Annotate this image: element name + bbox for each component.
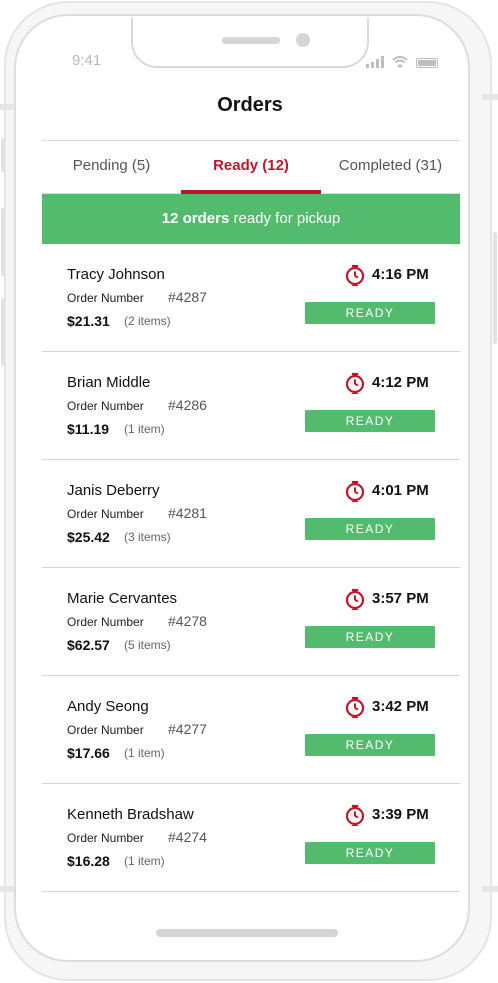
wifi-icon xyxy=(392,56,408,68)
ready-banner: 12 orders ready for pickup xyxy=(42,194,460,244)
pickup-time: 3:39 PM xyxy=(372,806,429,823)
ready-status-button[interactable]: READY xyxy=(305,410,435,432)
battery-icon xyxy=(416,58,438,68)
order-total: $25.42 xyxy=(67,529,110,545)
order-card[interactable]: Brian Middle Order Number #4286 $11.19 (… xyxy=(42,352,460,460)
pickup-time: 3:42 PM xyxy=(372,698,429,715)
item-count: (1 item) xyxy=(124,746,165,760)
order-total: $21.31 xyxy=(67,313,110,329)
order-total: $11.19 xyxy=(67,421,110,437)
order-number-label: Order Number xyxy=(67,507,144,521)
customer-name: Janis Deberry xyxy=(67,482,160,499)
mute-switch xyxy=(1,138,5,172)
customer-name: Andy Seong xyxy=(67,698,149,715)
front-camera xyxy=(296,33,310,47)
item-count: (1 item) xyxy=(124,854,165,868)
banner-text: ready for pickup xyxy=(229,210,341,227)
clock-icon xyxy=(345,373,365,394)
tab-pending[interactable]: Pending (5) xyxy=(42,141,181,193)
tab-ready[interactable]: Ready (12) xyxy=(181,141,321,194)
customer-name: Brian Middle xyxy=(67,374,151,391)
order-number: #4281 xyxy=(168,505,207,521)
volume-down-button xyxy=(1,298,5,366)
clock-icon xyxy=(345,481,365,502)
order-number-label: Order Number xyxy=(67,723,144,737)
phone-screen: 9:41 Orders Pending (5) Ready (12) Compl… xyxy=(38,18,462,948)
tab-completed[interactable]: Completed (31) xyxy=(321,141,460,193)
order-number-label: Order Number xyxy=(67,615,144,629)
ready-status-button[interactable]: READY xyxy=(305,626,435,648)
customer-name: Kenneth Bradshaw xyxy=(67,806,194,823)
clock-icon xyxy=(345,265,365,286)
status-time: 9:41 xyxy=(72,52,102,69)
status-icons xyxy=(366,54,438,68)
pickup-time: 4:12 PM xyxy=(372,374,429,391)
page-title: Orders xyxy=(217,94,283,116)
clock-icon xyxy=(345,697,365,718)
order-tabs: Pending (5) Ready (12) Completed (31) xyxy=(42,140,460,194)
order-list: Tracy Johnson Order Number #4287 $21.31 … xyxy=(42,244,460,892)
customer-name: Tracy Johnson xyxy=(67,266,165,283)
order-card[interactable]: Janis Deberry Order Number #4281 $25.42 … xyxy=(42,460,460,568)
speaker-grille xyxy=(222,37,280,44)
item-count: (2 items) xyxy=(124,314,171,328)
item-count: (1 item) xyxy=(124,422,165,436)
order-number: #4286 xyxy=(168,397,207,413)
order-number-label: Order Number xyxy=(67,291,144,305)
order-number: #4274 xyxy=(168,829,207,845)
order-number: #4277 xyxy=(168,721,207,737)
pickup-time: 4:16 PM xyxy=(372,266,429,283)
pickup-time: 3:57 PM xyxy=(372,590,429,607)
order-total: $16.28 xyxy=(67,853,110,869)
item-count: (5 items) xyxy=(124,638,171,652)
signal-icon xyxy=(366,56,384,68)
ready-status-button[interactable]: READY xyxy=(305,302,435,324)
order-card[interactable]: Tracy Johnson Order Number #4287 $21.31 … xyxy=(42,244,460,352)
order-number: #4287 xyxy=(168,289,207,305)
power-button xyxy=(493,232,497,344)
item-count: (3 items) xyxy=(124,530,171,544)
clock-icon xyxy=(345,589,365,610)
home-indicator[interactable] xyxy=(156,929,338,937)
order-number-label: Order Number xyxy=(67,399,144,413)
order-card[interactable]: Marie Cervantes Order Number #4278 $62.5… xyxy=(42,568,460,676)
order-number: #4278 xyxy=(168,613,207,629)
banner-count: 12 orders xyxy=(161,210,230,227)
ready-status-button[interactable]: READY xyxy=(305,518,435,540)
order-card[interactable]: Kenneth Bradshaw Order Number #4274 $16.… xyxy=(42,784,460,892)
order-total: $17.66 xyxy=(67,745,110,761)
pickup-time: 4:01 PM xyxy=(372,482,429,499)
volume-up-button xyxy=(1,208,5,276)
frame-band xyxy=(482,94,498,100)
order-number-label: Order Number xyxy=(67,831,144,845)
order-total: $62.57 xyxy=(67,637,110,653)
ready-status-button[interactable]: READY xyxy=(305,734,435,756)
ready-status-button[interactable]: READY xyxy=(305,842,435,864)
clock-icon xyxy=(345,805,365,826)
order-card[interactable]: Andy Seong Order Number #4277 $17.66 (1 … xyxy=(42,676,460,784)
frame-band xyxy=(482,886,498,892)
customer-name: Marie Cervantes xyxy=(67,590,178,607)
